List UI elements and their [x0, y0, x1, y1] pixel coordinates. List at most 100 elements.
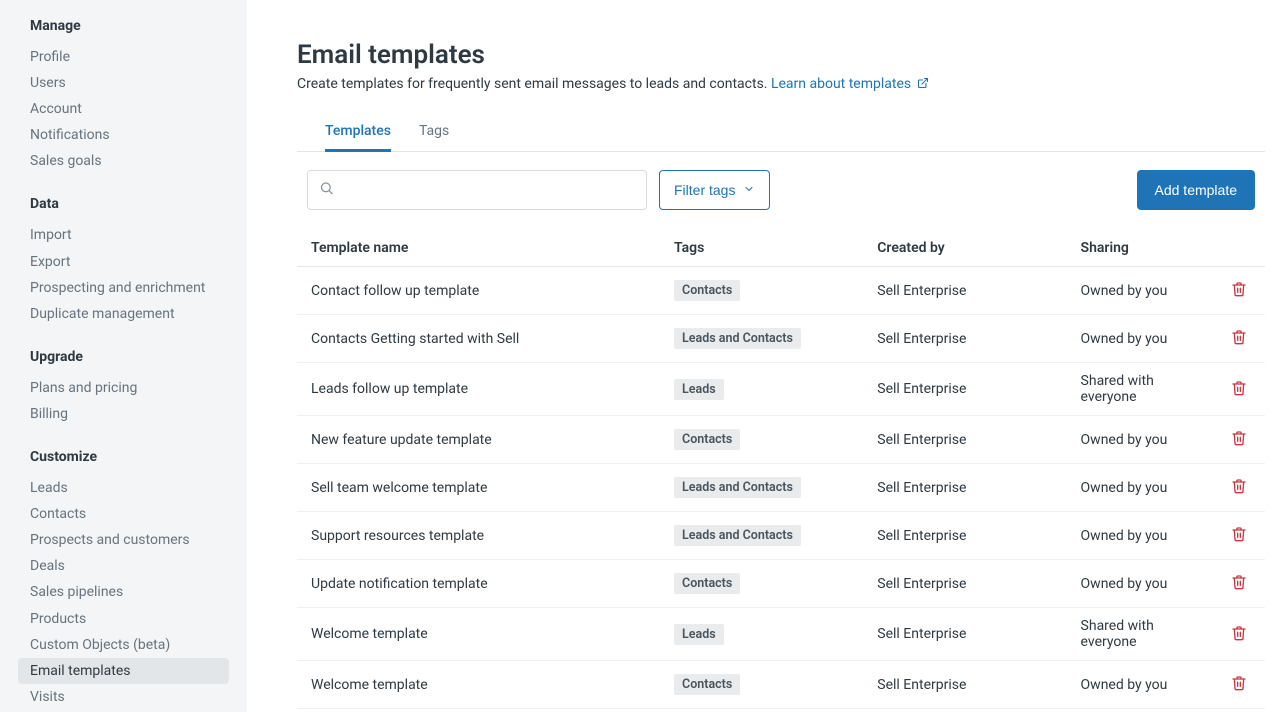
main-content: Email templates Create templates for fre…	[247, 0, 1285, 712]
cell-template-name: Contact follow up template	[297, 267, 660, 315]
delete-button[interactable]	[1227, 671, 1251, 698]
cell-actions	[1212, 661, 1265, 709]
cell-template-name: Leads follow up template	[297, 363, 660, 416]
sidebar: ManageProfileUsersAccountNotificationsSa…	[0, 0, 247, 712]
cell-tags: Leads	[660, 608, 863, 661]
cell-actions	[1212, 560, 1265, 608]
page-subtitle: Create templates for frequently sent ema…	[297, 76, 1265, 93]
sidebar-item-plans[interactable]: Plans and pricing	[18, 375, 229, 401]
cell-created-by: Sell Enterprise	[863, 608, 1066, 661]
sidebar-item-contacts[interactable]: Contacts	[18, 501, 229, 527]
filter-tags-button[interactable]: Filter tags	[659, 170, 770, 210]
sidebar-heading: Customize	[30, 449, 229, 465]
sidebar-item-profile[interactable]: Profile	[18, 44, 229, 70]
sidebar-item-billing[interactable]: Billing	[18, 401, 229, 427]
cell-sharing: Owned by you	[1067, 464, 1212, 512]
learn-more-link-text: Learn about templates	[771, 76, 911, 92]
sidebar-item-sales-goals[interactable]: Sales goals	[18, 148, 229, 174]
search-input[interactable]	[307, 170, 647, 210]
delete-button[interactable]	[1227, 570, 1251, 597]
cell-sharing: Owned by you	[1067, 512, 1212, 560]
cell-actions	[1212, 416, 1265, 464]
templates-table: Template name Tags Created by Sharing Co…	[297, 230, 1265, 709]
tab-tags[interactable]: Tags	[419, 115, 449, 152]
delete-button[interactable]	[1227, 325, 1251, 352]
sidebar-item-custom-obj[interactable]: Custom Objects (beta)	[18, 632, 229, 658]
delete-button[interactable]	[1227, 426, 1251, 453]
cell-template-name: Contacts Getting started with Sell	[297, 315, 660, 363]
delete-button[interactable]	[1227, 522, 1251, 549]
cell-created-by: Sell Enterprise	[863, 661, 1066, 709]
filter-tags-label: Filter tags	[674, 182, 735, 198]
table-row[interactable]: Sell team welcome templateLeads and Cont…	[297, 464, 1265, 512]
trash-icon	[1231, 530, 1247, 545]
tab-templates[interactable]: Templates	[325, 115, 391, 152]
trash-icon	[1231, 578, 1247, 593]
sidebar-item-email-templates[interactable]: Email templates	[18, 658, 229, 684]
page-subtitle-text: Create templates for frequently sent ema…	[297, 76, 771, 92]
table-row[interactable]: Contact follow up template Contacts Sell E…	[297, 267, 1265, 315]
sidebar-item-notifications[interactable]: Notifications	[18, 122, 229, 148]
cell-template-name: Welcome template	[297, 608, 660, 661]
cell-sharing: Owned by you	[1067, 416, 1212, 464]
delete-button[interactable]	[1227, 474, 1251, 501]
table-row[interactable]: Update notification templateContactsSell…	[297, 560, 1265, 608]
search-box	[307, 170, 647, 210]
trash-icon	[1231, 384, 1247, 399]
cell-created-by: Sell Enterprise	[863, 560, 1066, 608]
table-row[interactable]: New feature update templateContactsSell …	[297, 416, 1265, 464]
sidebar-item-leads[interactable]: Leads	[18, 475, 229, 501]
sidebar-item-prospecting[interactable]: Prospecting and enrichment	[18, 275, 229, 301]
toolbar: Filter tags Add template	[297, 170, 1265, 210]
sidebar-item-deals[interactable]: Deals	[18, 553, 229, 579]
cell-tags: Contacts	[660, 416, 863, 464]
tabs: Templates Tags	[297, 115, 1265, 152]
sidebar-item-import[interactable]: Import	[18, 222, 229, 248]
cell-sharing: Owned by you	[1067, 315, 1212, 363]
sidebar-item-prospects[interactable]: Prospects and customers	[18, 527, 229, 553]
table-row[interactable]: Support resources templateLeads and Cont…	[297, 512, 1265, 560]
sidebar-item-users[interactable]: Users	[18, 70, 229, 96]
table-row[interactable]: Leads follow up templateLeadsSell Enterp…	[297, 363, 1265, 416]
cell-created-by: Sell Enterprise	[863, 267, 1066, 315]
sidebar-section: Customize LeadsContactsProspects and cust…	[18, 449, 229, 710]
sidebar-item-pipelines[interactable]: Sales pipelines	[18, 579, 229, 605]
cell-tags: Leads and Contacts	[660, 464, 863, 512]
sidebar-item-export[interactable]: Export	[18, 249, 229, 275]
sidebar-heading: Upgrade	[30, 349, 229, 365]
cell-actions	[1212, 512, 1265, 560]
cell-tags: Leads and Contacts	[660, 512, 863, 560]
cell-tags: Contacts	[660, 560, 863, 608]
table-row[interactable]: Welcome templateContactsSell EnterpriseO…	[297, 661, 1265, 709]
table-row[interactable]: Contacts Getting started with Sell Leads …	[297, 315, 1265, 363]
cell-actions	[1212, 363, 1265, 416]
delete-button[interactable]	[1227, 277, 1251, 304]
sidebar-section: DataImportExportProspecting and enrichme…	[18, 196, 229, 326]
sidebar-item-account[interactable]: Account	[18, 96, 229, 122]
learn-more-link[interactable]: Learn about templates	[771, 76, 929, 92]
external-link-icon	[917, 77, 929, 93]
sidebar-item-visits[interactable]: Visits	[18, 684, 229, 710]
cell-created-by: Sell Enterprise	[863, 512, 1066, 560]
cell-tags: Leads and Contacts	[660, 315, 863, 363]
sidebar-section: Manage ProfileUsersAccountNotificationsSa…	[18, 18, 229, 174]
sidebar-item-products[interactable]: Products	[18, 606, 229, 632]
cell-tags: Contacts	[660, 267, 863, 315]
sidebar-heading: Manage	[30, 18, 229, 34]
delete-button[interactable]	[1227, 376, 1251, 403]
sidebar-item-duplicates[interactable]: Duplicate management	[18, 301, 229, 327]
trash-icon	[1231, 629, 1247, 644]
cell-tags: Contacts	[660, 661, 863, 709]
page-title: Email templates	[297, 40, 1265, 70]
trash-icon	[1231, 679, 1247, 694]
table-header-row: Template name Tags Created by Sharing	[297, 230, 1265, 267]
cell-sharing: Owned by you	[1067, 661, 1212, 709]
table-row[interactable]: Welcome templateLeadsSell EnterpriseShar…	[297, 608, 1265, 661]
tag-pill: Contacts	[674, 280, 740, 301]
tag-pill: Leads and Contacts	[674, 328, 801, 349]
tag-pill: Leads	[674, 379, 724, 400]
delete-button[interactable]	[1227, 621, 1251, 648]
add-template-button[interactable]: Add template	[1137, 170, 1256, 210]
cell-template-name: New feature update template	[297, 416, 660, 464]
trash-icon	[1231, 333, 1247, 348]
